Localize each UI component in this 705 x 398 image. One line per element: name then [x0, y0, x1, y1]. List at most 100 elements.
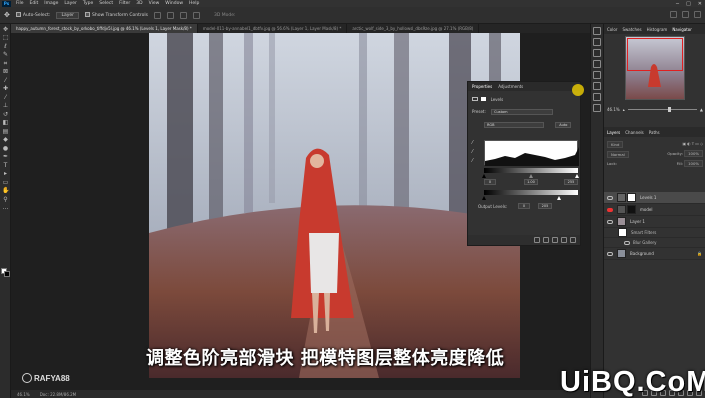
zoom-out-icon[interactable]: ▴: [623, 107, 625, 112]
input-black-field[interactable]: 0: [484, 179, 496, 185]
path-select-icon[interactable]: ▸: [2, 170, 9, 177]
output-black-slider[interactable]: [482, 196, 486, 200]
clone-stamp-icon[interactable]: ⊥: [2, 102, 9, 109]
tab-happy-autumn-forest[interactable]: happy_autumn_forest_stock_by_orkobo_tiff…: [11, 24, 198, 33]
menu-image[interactable]: Image: [41, 1, 61, 6]
visibility-eye-icon[interactable]: [607, 251, 613, 256]
tab-arctic-wolf[interactable]: arctic_wolf_side_3_by_hollowsl_dbs9ze.jp…: [347, 24, 480, 33]
output-black-field[interactable]: 0: [518, 203, 530, 209]
zoom-tool-icon[interactable]: ⚲: [2, 196, 9, 203]
tab-properties[interactable]: Properties: [472, 84, 492, 89]
share-icon[interactable]: [694, 11, 701, 18]
search-icon[interactable]: [670, 11, 677, 18]
show-transform-checkbox[interactable]: Show Transform Controls: [84, 12, 148, 18]
character-icon[interactable]: [593, 49, 601, 57]
tab-paths[interactable]: Paths: [649, 130, 660, 137]
menu-select[interactable]: Select: [96, 1, 116, 6]
tab-channels[interactable]: Channels: [625, 130, 644, 137]
mask-icon[interactable]: [481, 97, 487, 101]
reset-icon[interactable]: [552, 237, 558, 243]
maximize-button[interactable]: □: [686, 1, 691, 7]
menu-help[interactable]: Help: [186, 1, 202, 6]
quick-select-tool-icon[interactable]: ✎: [2, 51, 9, 58]
shape-tool-icon[interactable]: ▭: [2, 179, 9, 186]
auto-select-dropdown[interactable]: Layer: [56, 11, 79, 19]
filter-icons[interactable]: ▣ ◐ T ▭ ◇: [682, 141, 703, 148]
layer-row-model[interactable]: model: [604, 204, 705, 216]
menu-file[interactable]: File: [13, 1, 27, 6]
marquee-tool-icon[interactable]: ⬚: [2, 34, 9, 41]
tab-swatches[interactable]: Swatches: [622, 27, 641, 34]
channel-dropdown[interactable]: RGB: [484, 122, 544, 128]
menu-filter[interactable]: Filter: [116, 1, 133, 6]
input-black-slider[interactable]: [482, 174, 486, 178]
move-tool-icon[interactable]: ✥: [2, 26, 9, 33]
brushes-icon[interactable]: [593, 71, 601, 79]
eyedropper-tool-icon[interactable]: ⁄: [2, 77, 9, 84]
align-right-icon[interactable]: [179, 11, 187, 19]
history-icon[interactable]: [593, 27, 601, 35]
blend-mode-dropdown[interactable]: Normal: [607, 151, 629, 158]
align-center-icon[interactable]: [166, 11, 174, 19]
dodge-tool-icon[interactable]: ●: [2, 145, 9, 152]
visibility-eye-icon[interactable]: [607, 195, 613, 200]
input-gray-slider[interactable]: [529, 174, 533, 178]
gradient-tool-icon[interactable]: ▤: [2, 128, 9, 135]
visibility-eye-icon[interactable]: [607, 207, 613, 212]
layer-row-layer1[interactable]: Layer 1: [604, 216, 705, 228]
paragraph-icon[interactable]: [593, 60, 601, 68]
document-canvas[interactable]: [149, 33, 520, 378]
layer-row-background[interactable]: Background 🔒: [604, 248, 705, 260]
menu-layer[interactable]: Layer: [61, 1, 80, 6]
move-tool-icon[interactable]: ✥: [4, 11, 10, 19]
auto-button[interactable]: Auto: [555, 122, 572, 128]
menu-view[interactable]: View: [146, 1, 163, 6]
brush-tool-icon[interactable]: ⁄: [2, 94, 9, 101]
layer-mask-thumb[interactable]: [627, 193, 636, 202]
background-color[interactable]: [4, 271, 10, 277]
pen-tool-icon[interactable]: ✒: [2, 153, 9, 160]
align-left-icon[interactable]: [153, 11, 161, 19]
workspace-icon[interactable]: [682, 11, 689, 18]
more-tools-icon[interactable]: …: [2, 204, 9, 211]
menu-window[interactable]: Window: [162, 1, 186, 6]
hand-tool-icon[interactable]: ✋: [2, 187, 9, 194]
visibility-eye-icon[interactable]: [607, 219, 613, 224]
input-mid-field[interactable]: 1.00: [524, 179, 538, 185]
adjustments-icon[interactable]: [593, 82, 601, 90]
healing-brush-icon[interactable]: ✚: [2, 85, 9, 92]
view-previous-icon[interactable]: [543, 237, 549, 243]
menu-3d[interactable]: 3D: [133, 1, 145, 6]
tab-model[interactable]: model-011-by-annabel1_dbtfv.jpg @ 56.6% …: [198, 24, 348, 33]
zoom-slider[interactable]: [627, 106, 697, 112]
type-tool-icon[interactable]: T: [2, 162, 9, 169]
properties-icon[interactable]: [593, 93, 601, 101]
black-eyedropper-icon[interactable]: ⁄: [472, 140, 473, 146]
menu-edit[interactable]: Edit: [27, 1, 42, 6]
tab-adjustments[interactable]: Adjustments: [498, 84, 523, 89]
layer-row-smart-filters[interactable]: Smart Filters: [604, 228, 705, 238]
auto-select-checkbox[interactable]: Auto-Select:: [15, 12, 50, 18]
opacity-field[interactable]: 100%: [684, 150, 703, 157]
actions-icon[interactable]: [593, 38, 601, 46]
libraries-icon[interactable]: [593, 104, 601, 112]
layer-row-blur-gallery[interactable]: Blur Gallery: [604, 238, 705, 248]
tab-layers[interactable]: Layers: [607, 130, 620, 137]
output-white-field[interactable]: 205: [538, 203, 552, 209]
input-white-field[interactable]: 255: [564, 179, 578, 185]
close-button[interactable]: ✕: [698, 1, 702, 7]
kind-filter[interactable]: Kind: [607, 141, 624, 148]
output-white-slider[interactable]: [557, 196, 561, 200]
lasso-tool-icon[interactable]: ℓ: [2, 43, 9, 50]
preset-dropdown[interactable]: Custom: [491, 109, 554, 115]
navigator-thumbnail[interactable]: [625, 36, 685, 100]
tab-histogram[interactable]: Histogram: [647, 27, 668, 34]
white-eyedropper-icon[interactable]: ⁄: [472, 158, 473, 164]
distribute-icon[interactable]: [192, 11, 200, 19]
tab-navigator[interactable]: Navigator: [672, 27, 692, 34]
zoom-in-icon[interactable]: ▲: [700, 107, 703, 112]
input-white-slider[interactable]: [575, 174, 579, 178]
color-swatches[interactable]: [1, 268, 10, 278]
blur-tool-icon[interactable]: ◆: [2, 136, 9, 143]
zoom-value[interactable]: 46.1%: [607, 107, 620, 112]
